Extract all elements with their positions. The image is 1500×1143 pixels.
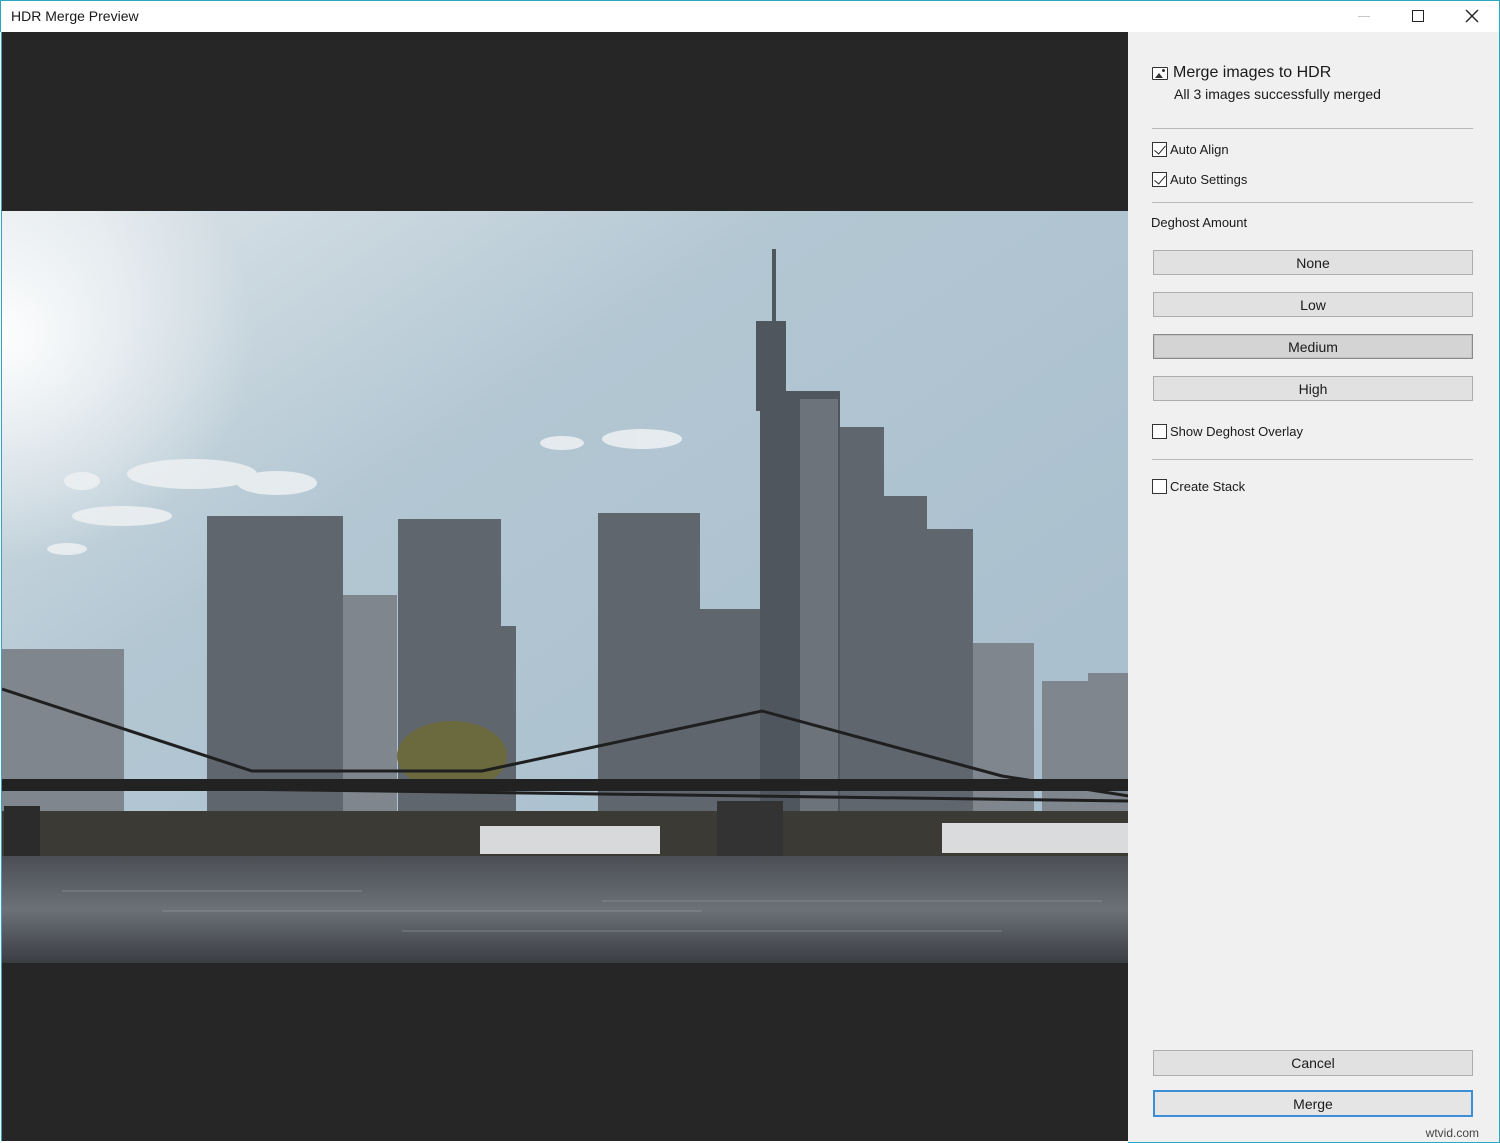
show-deghost-overlay-checkbox[interactable]: Show Deghost Overlay xyxy=(1152,424,1303,439)
close-button[interactable] xyxy=(1445,1,1499,31)
show-deghost-overlay-label: Show Deghost Overlay xyxy=(1170,424,1303,439)
deghost-none-button[interactable]: None xyxy=(1153,250,1473,275)
window-title: HDR Merge Preview xyxy=(11,8,139,24)
title-bar: HDR Merge Preview xyxy=(0,0,1500,32)
divider xyxy=(1152,128,1473,129)
deghost-medium-button[interactable]: Medium xyxy=(1153,334,1473,359)
cancel-button[interactable]: Cancel xyxy=(1153,1050,1473,1076)
panel-header: Merge images to HDR xyxy=(1152,64,1331,82)
maximize-icon xyxy=(1412,10,1424,22)
watermark: wtvid.com xyxy=(1426,1126,1479,1140)
merge-button[interactable]: Merge xyxy=(1153,1090,1473,1117)
merge-settings-panel: Merge images to HDR All 3 images success… xyxy=(1128,32,1500,1143)
minimize-icon xyxy=(1358,16,1370,17)
maximize-button[interactable] xyxy=(1391,1,1445,31)
checkbox-checked-icon xyxy=(1152,142,1167,157)
checkbox-unchecked-icon xyxy=(1152,479,1167,494)
divider xyxy=(1152,459,1473,460)
auto-settings-label: Auto Settings xyxy=(1170,172,1247,187)
panel-title: Merge images to HDR xyxy=(1173,64,1331,82)
auto-settings-checkbox[interactable]: Auto Settings xyxy=(1152,172,1247,187)
deghost-low-button[interactable]: Low xyxy=(1153,292,1473,317)
minimize-button[interactable] xyxy=(1337,1,1391,31)
preview-area xyxy=(1,32,1128,1141)
image-icon xyxy=(1152,67,1168,80)
merge-status: All 3 images successfully merged xyxy=(1174,86,1381,102)
create-stack-checkbox[interactable]: Create Stack xyxy=(1152,479,1245,494)
auto-align-label: Auto Align xyxy=(1170,142,1229,157)
checkbox-checked-icon xyxy=(1152,172,1167,187)
auto-align-checkbox[interactable]: Auto Align xyxy=(1152,142,1229,157)
checkbox-unchecked-icon xyxy=(1152,424,1167,439)
divider xyxy=(1152,202,1473,203)
deghost-high-button[interactable]: High xyxy=(1153,376,1473,401)
deghost-amount-label: Deghost Amount xyxy=(1151,215,1247,230)
close-icon xyxy=(1465,9,1479,23)
hdr-preview-image xyxy=(2,211,1129,963)
create-stack-label: Create Stack xyxy=(1170,479,1245,494)
